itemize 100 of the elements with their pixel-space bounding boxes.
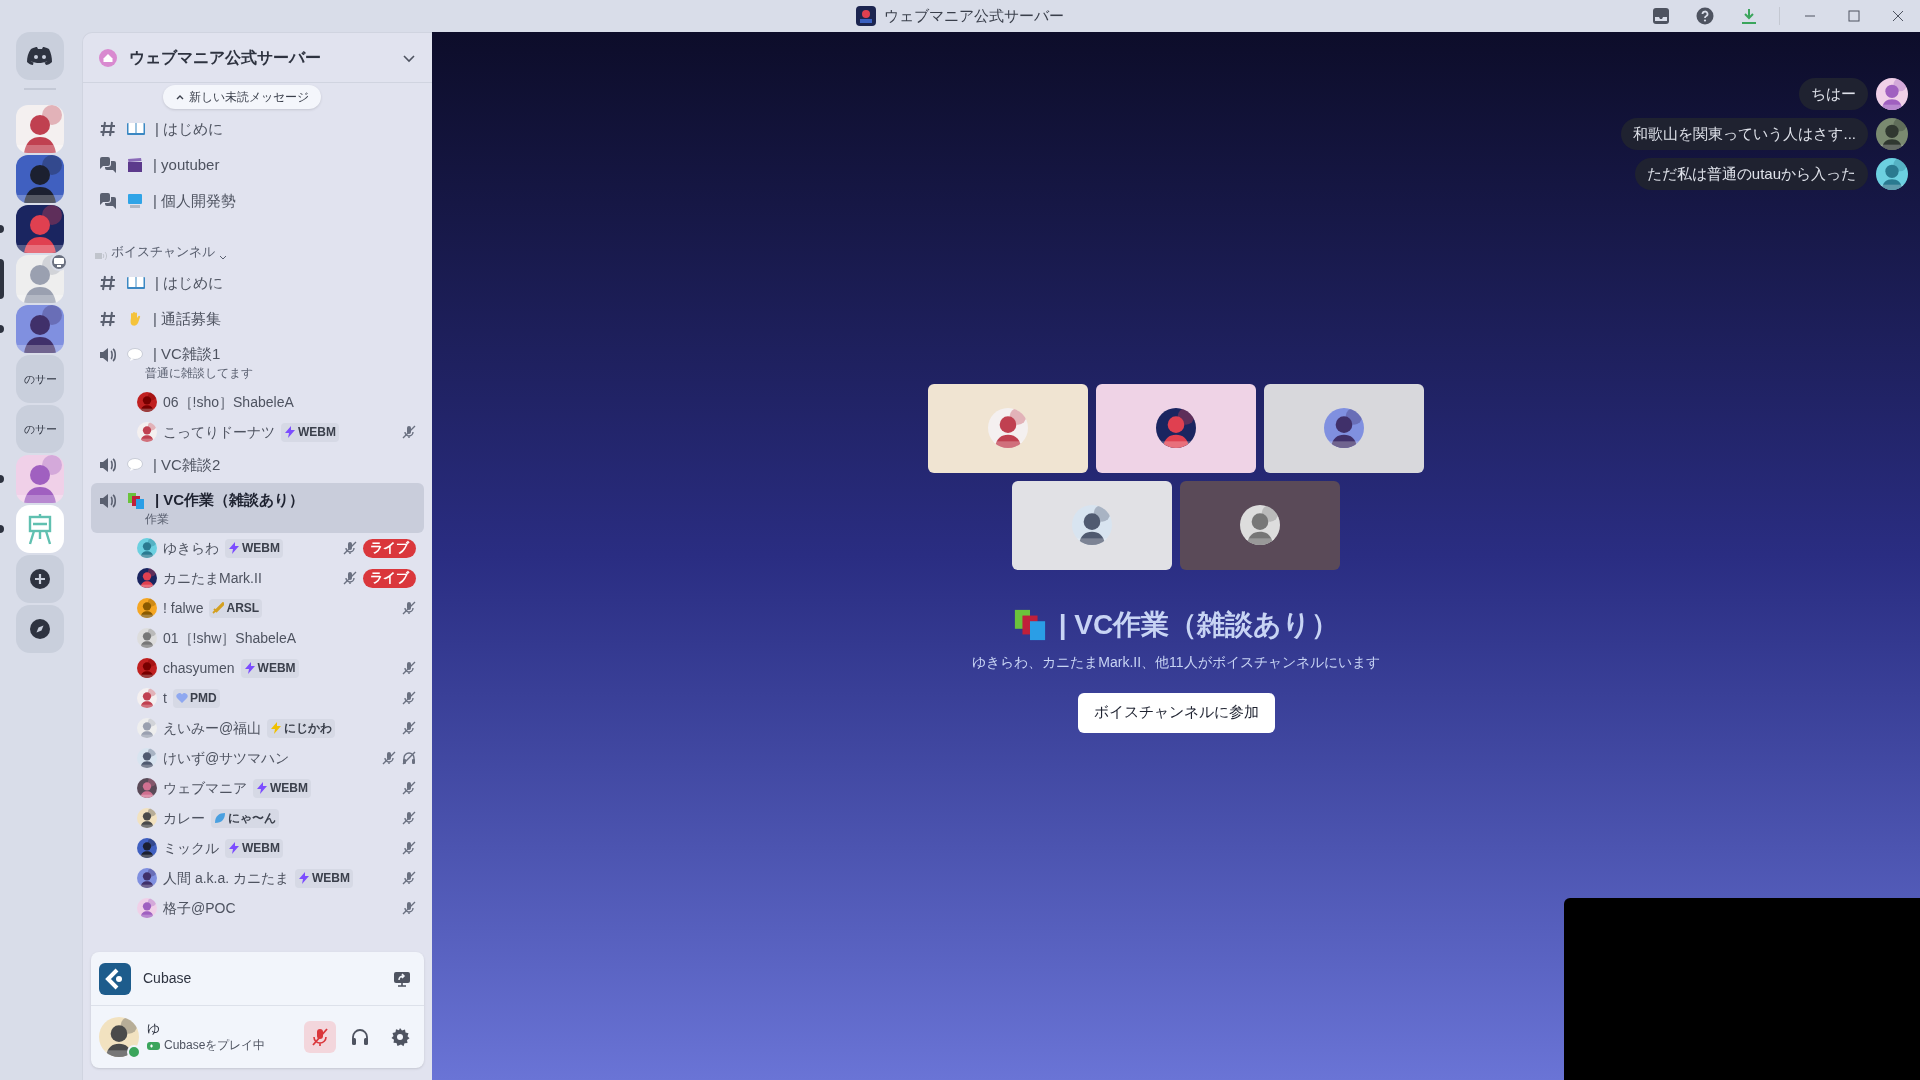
server-tag: WEBM: [253, 778, 311, 798]
user-name: ゆ: [147, 1021, 161, 1038]
mic-muted-icon: [402, 811, 416, 825]
server-tag: WEBM: [281, 422, 339, 442]
books-icon: [127, 491, 145, 510]
hashtag-icon: [99, 310, 117, 328]
clapper-icon: [127, 157, 143, 173]
forum-icon: [99, 192, 117, 210]
mic-muted-icon: [402, 691, 416, 705]
server-button[interactable]: のサー: [16, 405, 64, 453]
user-status: Cubaseをプレイ中: [164, 1037, 266, 1053]
server-tag: WEBM: [225, 838, 283, 858]
voice-member[interactable]: 格子@POC: [91, 893, 424, 923]
server-tag: にゃ〜ん: [211, 808, 279, 828]
chat-bubble: ただ私は普通のutauから入った: [1634, 158, 1868, 190]
new-messages-toast[interactable]: 新しい未読メッセージ: [163, 85, 321, 109]
server-button[interactable]: [16, 305, 64, 353]
server-tag: WEBM: [240, 658, 299, 678]
voice-member[interactable]: ミックル WEBM: [91, 833, 424, 863]
voice-member[interactable]: chasyumen WEBM: [91, 653, 424, 683]
voice-member[interactable]: ゆきらわ WEBM ライブ: [91, 533, 424, 563]
chevron-icon: [219, 253, 227, 261]
mic-muted-icon: [343, 571, 357, 585]
mic-muted-icon: [402, 425, 416, 439]
gamepad-icon: [147, 1039, 160, 1051]
headphones-muted-icon: [402, 751, 416, 765]
plus-icon: [30, 569, 50, 589]
channel-item[interactable]: | はじめに: [91, 111, 424, 147]
mic-muted-icon: [343, 541, 357, 555]
server-tag: PMD: [172, 688, 220, 708]
voice-member[interactable]: 01［!shw］ShabeleA: [91, 623, 424, 653]
hashtag-icon: [99, 274, 117, 292]
channel-members-summary: ゆきらわ、カニたまMark.II、他11人がボイスチャンネルにいます: [972, 652, 1380, 672]
server-tag: にじかわ: [267, 718, 336, 738]
monitor-icon: [127, 193, 143, 209]
home-icon: [99, 48, 117, 67]
monitor-icon: [54, 257, 64, 267]
settings-icon: [390, 1027, 410, 1047]
server-name: ウェブマニア公式サーバー: [129, 47, 322, 68]
speaker-icon: [99, 491, 117, 510]
voice-member[interactable]: ウェブマニア WEBM: [91, 773, 424, 803]
compass-icon: [30, 619, 50, 639]
headphones-icon: [350, 1027, 370, 1047]
speaker-icon: [99, 456, 117, 474]
voice-member[interactable]: 人間 a.k.a. カニたま WEBM: [91, 863, 424, 893]
server-button[interactable]: [16, 205, 64, 253]
server-button[interactable]: のサー: [16, 355, 64, 403]
mic-muted-icon: [402, 871, 416, 885]
mic-muted-icon: [402, 841, 416, 855]
voice-member[interactable]: けいず@サツマハン: [91, 743, 424, 773]
server-header[interactable]: ウェブマニア公式サーバー: [83, 33, 432, 83]
forum-icon: [99, 156, 117, 174]
channel-item[interactable]: | VC雑談1 普通に雑談してます: [91, 337, 424, 387]
mic-icon: [310, 1027, 330, 1047]
mic-muted-icon: [402, 721, 416, 735]
voice-member[interactable]: こってりドーナツ WEBM: [91, 417, 424, 447]
home-button[interactable]: [16, 32, 64, 80]
app-icon: [99, 962, 131, 995]
join-voice-button[interactable]: ボイスチャンネルに参加: [1077, 692, 1275, 733]
channel-item[interactable]: | 個人開発勢: [91, 183, 424, 219]
voice-member[interactable]: ! falwe ARSL: [91, 593, 424, 623]
window-title: ウェブマニア公式サーバー: [884, 5, 1064, 26]
chat-bubble: ちはー: [1799, 78, 1868, 110]
live-badge: ライブ: [363, 568, 416, 588]
server-tag: ARSL: [209, 598, 263, 618]
server-icon: [856, 6, 876, 26]
hashtag-icon: [99, 120, 117, 138]
channel-title: | VC作業（雑談あり）: [1058, 607, 1340, 642]
mic-muted-icon: [402, 601, 416, 615]
activity-app-name: Cubase: [143, 969, 193, 988]
speaker-emoji-icon: [95, 251, 107, 261]
channel-item[interactable]: | youtuber: [91, 147, 424, 183]
live-badge: ライブ: [363, 538, 416, 558]
voice-member[interactable]: カレー にゃ〜ん: [91, 803, 424, 833]
category-name[interactable]: ボイスチャンネル: [111, 241, 215, 261]
voice-member[interactable]: カニたまMark.II ライブ: [91, 563, 424, 593]
book-icon: [127, 122, 145, 136]
chat-bubble: 和歌山を関東っていう人はさす...: [1621, 118, 1868, 150]
voice-member[interactable]: えいみー@福山 にじかわ: [91, 713, 424, 743]
speaker-icon: [99, 345, 117, 364]
voice-member[interactable]: t PMD: [91, 683, 424, 713]
channel-item[interactable]: | 通話募集: [91, 301, 424, 337]
server-tag: WEBM: [295, 868, 354, 888]
mic-muted-icon: [382, 751, 396, 765]
mute-button[interactable]: [304, 1021, 336, 1053]
server-button[interactable]: [16, 155, 64, 203]
speech-bubble-icon: [127, 347, 143, 362]
logo-icon: [27, 46, 53, 66]
books-icon: [1012, 607, 1047, 642]
mic-muted-icon: [402, 901, 416, 915]
voice-member[interactable]: 06［!sho］ShabeleA: [91, 387, 424, 417]
add-server-button[interactable]: [16, 555, 64, 603]
mic-muted-icon: [402, 781, 416, 795]
server-tag: WEBM: [225, 538, 283, 558]
explore-button[interactable]: [16, 605, 64, 653]
channel-item[interactable]: | VC作業（雑談あり） 作業: [91, 483, 424, 533]
mic-muted-icon: [402, 661, 416, 675]
speech-bubble-icon: [127, 458, 143, 472]
channel-item[interactable]: | VC雑談2: [91, 447, 424, 483]
channel-item[interactable]: | はじめに: [91, 265, 424, 301]
